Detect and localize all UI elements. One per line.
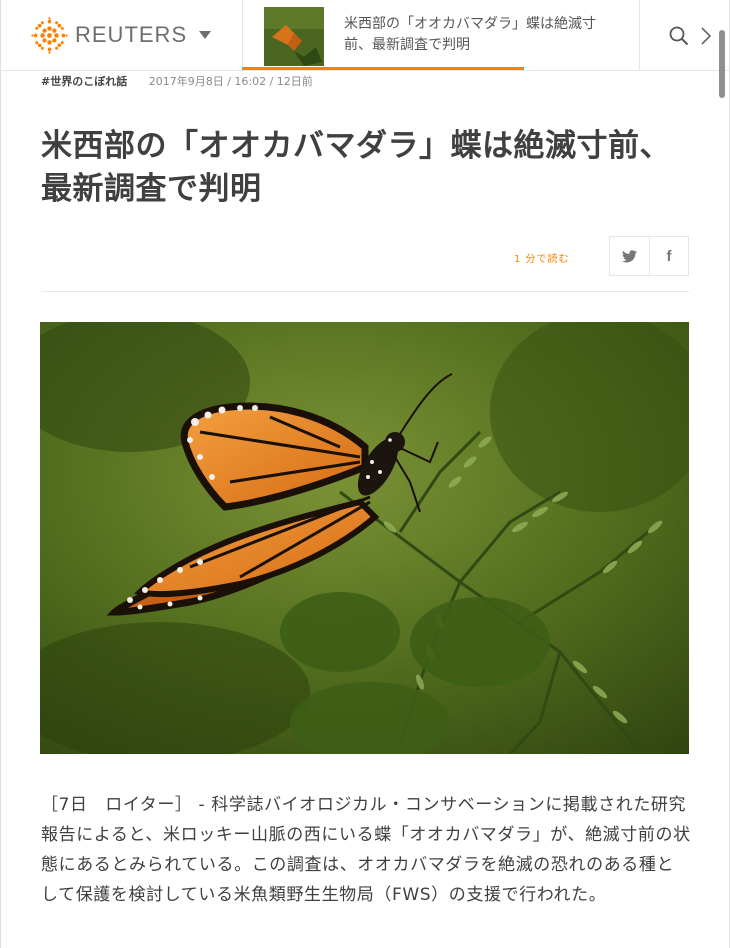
facebook-share-button[interactable]: f [648, 237, 688, 275]
top-navigation-bar: REUTERS 米西部の「オオカバマダラ」蝶は絶滅寸前、最新調査で判明 [0, 0, 730, 71]
related-article-title: 米西部の「オオカバマダラ」蝶は絶滅寸前、最新調査で判明 [344, 16, 596, 53]
search-icon[interactable] [669, 26, 689, 46]
article-photo[interactable] [40, 322, 689, 754]
share-buttons: f [609, 236, 689, 276]
related-article-thumbnail [264, 7, 324, 66]
header-divider [41, 291, 689, 292]
twitter-icon [621, 249, 637, 262]
twitter-share-button[interactable] [610, 237, 649, 275]
article-body-paragraph: ［7日 ロイター］ - 科学誌バイオロジカル・コンサベーションに掲載された研究報… [41, 795, 691, 905]
active-indicator [242, 67, 524, 70]
article-meta: #世界のこぼれ話 2017年9月8日 / 16:02 / 12日前 [41, 73, 313, 89]
reuters-logo[interactable]: REUTERS [31, 16, 187, 54]
caret-down-icon[interactable] [199, 31, 211, 39]
reuters-logo-icon [31, 16, 68, 54]
nav-divider [639, 0, 640, 70]
article-dateline: 2017年9月8日 / 16:02 / 12日前 [148, 75, 313, 88]
related-article-link[interactable]: 米西部の「オオカバマダラ」蝶は絶滅寸前、最新調査で判明 [242, 0, 596, 70]
article-headline: 米西部の「オオカバマダラ」蝶は絶滅寸前、最新調査で判明 [41, 128, 671, 207]
chevron-right-icon[interactable] [701, 27, 711, 45]
read-time: 1 分で読む [514, 254, 570, 265]
logo-wordmark: REUTERS [75, 22, 188, 47]
facebook-icon: f [666, 247, 672, 265]
article-tag[interactable]: #世界のこぼれ話 [41, 75, 127, 88]
scrollbar-thumb[interactable] [719, 30, 725, 98]
frame-border [0, 71, 1, 948]
